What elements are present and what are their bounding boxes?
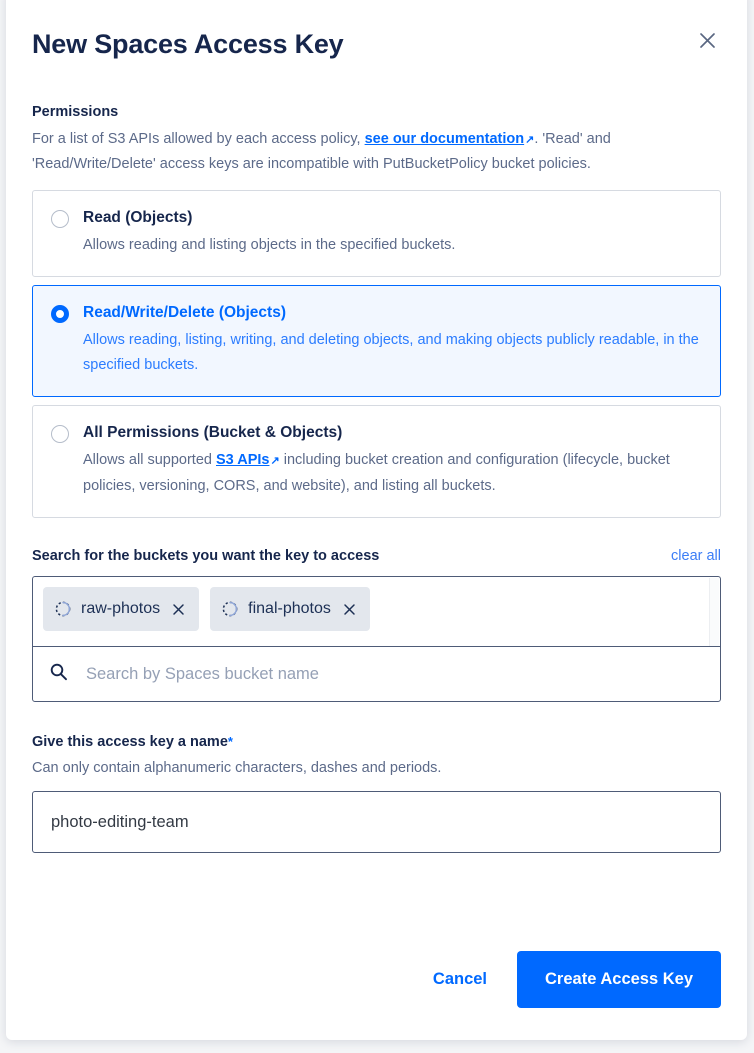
- buckets-section: Search for the buckets you want the key …: [32, 546, 721, 702]
- bucket-chip-label: raw-photos: [81, 600, 161, 617]
- permission-options: Read (Objects) Allows reading and listin…: [32, 190, 721, 518]
- search-input[interactable]: [84, 663, 704, 685]
- radio-read[interactable]: [51, 210, 69, 228]
- permission-option-description: Allows reading, listing, writing, and de…: [83, 332, 699, 373]
- spaces-bucket-icon: [221, 600, 239, 618]
- remove-bucket-chip-button[interactable]: [342, 602, 357, 617]
- create-access-key-button[interactable]: Create Access Key: [517, 951, 721, 1008]
- permission-option-description: Allows all supported S3 APIs↗ including …: [83, 448, 702, 499]
- s3-apis-link[interactable]: S3 APIs: [216, 452, 269, 468]
- external-link-icon: ↗: [270, 455, 280, 467]
- close-button[interactable]: [693, 26, 721, 54]
- selected-buckets-area: raw-photos final-photos: [32, 576, 721, 646]
- access-key-name-input[interactable]: [32, 791, 721, 853]
- access-key-name-label: Give this access key a name*: [32, 732, 721, 752]
- permissions-heading: Permissions: [32, 104, 119, 120]
- search-icon: [49, 662, 68, 686]
- permission-option-title: Read (Objects): [83, 209, 193, 226]
- permission-desc-prefix: Allows all supported: [83, 452, 216, 468]
- permissions-help-text: For a list of S3 APIs allowed by each ac…: [32, 127, 721, 176]
- permission-option-description: Allows reading and listing objects in th…: [83, 237, 456, 253]
- permission-option-title: Read/Write/Delete (Objects): [83, 304, 286, 321]
- page-title: New Spaces Access Key: [32, 29, 344, 59]
- modal-footer: Cancel Create Access Key: [32, 951, 721, 1008]
- modal-header: New Spaces Access Key: [32, 0, 721, 102]
- bucket-chip-label: final-photos: [248, 600, 331, 617]
- bucket-chips-scrollbar[interactable]: [709, 578, 719, 646]
- external-link-icon: ↗: [525, 134, 535, 146]
- clear-all-button[interactable]: clear all: [671, 548, 721, 564]
- permissions-help-prefix: For a list of S3 APIs allowed by each ac…: [32, 131, 365, 147]
- permission-option-read[interactable]: Read (Objects) Allows reading and listin…: [32, 190, 721, 277]
- new-spaces-access-key-modal: New Spaces Access Key Permissions For a …: [6, 0, 747, 1040]
- bucket-chip-list: raw-photos final-photos: [43, 587, 710, 631]
- cancel-button[interactable]: Cancel: [425, 960, 495, 999]
- close-icon: [698, 31, 717, 50]
- bucket-chip[interactable]: raw-photos: [43, 587, 200, 631]
- access-key-name-help: Can only contain alphanumeric characters…: [32, 760, 442, 776]
- permission-option-title: All Permissions (Bucket & Objects): [83, 424, 343, 441]
- see-our-documentation-link[interactable]: see our documentation: [365, 131, 525, 147]
- remove-bucket-chip-button[interactable]: [171, 602, 186, 617]
- access-key-name-label-text: Give this access key a name: [32, 734, 228, 750]
- bucket-chip[interactable]: final-photos: [210, 587, 370, 631]
- required-marker: *: [227, 734, 233, 749]
- spaces-bucket-icon: [54, 600, 72, 618]
- permission-option-all-permissions[interactable]: All Permissions (Bucket & Objects) Allow…: [32, 405, 721, 518]
- radio-read-write-delete[interactable]: [51, 305, 69, 323]
- buckets-heading: Search for the buckets you want the key …: [32, 548, 380, 564]
- permissions-section: Permissions For a list of S3 APIs allowe…: [32, 102, 721, 518]
- permission-option-read-write-delete[interactable]: Read/Write/Delete (Objects) Allows readi…: [32, 285, 721, 397]
- access-key-name-section: Give this access key a name* Can only co…: [32, 732, 721, 853]
- bucket-search-row[interactable]: [32, 646, 721, 702]
- radio-all-permissions[interactable]: [51, 425, 69, 443]
